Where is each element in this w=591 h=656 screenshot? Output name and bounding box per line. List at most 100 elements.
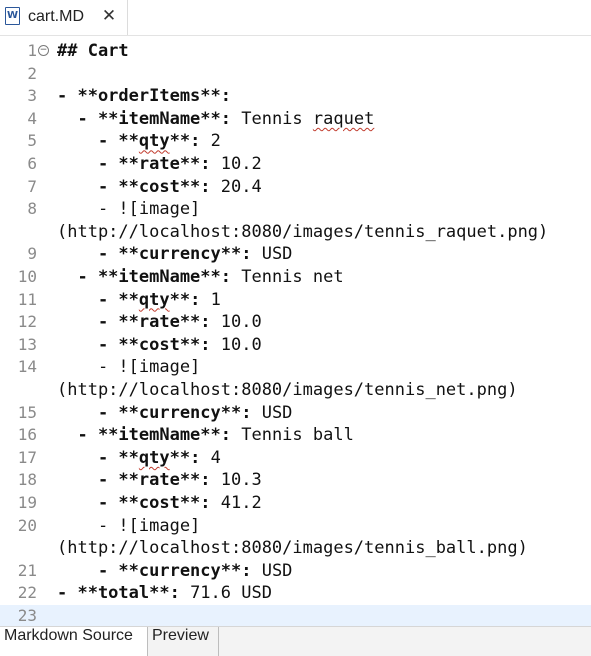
line-number: 12 <box>17 312 37 332</box>
line-number: 5 <box>27 131 37 151</box>
code-line[interactable]: 15 - **currency**: USD <box>0 402 591 425</box>
code-text: - **qty**: 4 <box>57 447 221 470</box>
code-line[interactable]: 21 - **currency**: USD <box>0 560 591 583</box>
line-number: 3 <box>27 86 37 106</box>
spelling-flagged-text: qty <box>138 447 170 468</box>
code-token: (http://localhost:8080/images/tennis_bal… <box>57 538 528 559</box>
code-line[interactable]: 18 - **rate**: 10.3 <box>0 469 591 492</box>
code-token: USD <box>251 560 293 581</box>
code-text: - **cost**: 41.2 <box>57 492 262 515</box>
code-text: - **cost**: 20.4 <box>57 176 262 199</box>
code-token: Tennis <box>231 108 313 129</box>
code-token: - **currency**: <box>57 560 252 581</box>
word-document-icon: W <box>5 7 20 25</box>
code-line[interactable]: 23 <box>0 605 591 626</box>
code-text: - ![image] <box>57 356 200 379</box>
line-number: 8 <box>27 199 37 219</box>
line-number: 20 <box>17 515 37 535</box>
code-token: Tennis ball <box>231 425 354 446</box>
code-text: - **currency**: USD <box>57 243 292 266</box>
close-icon[interactable]: ✕ <box>100 7 118 25</box>
code-token: - ![image] <box>57 357 201 378</box>
code-line[interactable]: 8 - ![image] <box>0 198 591 221</box>
code-token: - **cost**: <box>57 334 211 355</box>
line-number: 15 <box>17 402 37 422</box>
code-token: - **cost**: <box>57 493 211 513</box>
line-number: 1 <box>27 41 37 60</box>
code-line[interactable]: 16 - **itemName**: Tennis ball <box>0 424 591 447</box>
code-text: (http://localhost:8080/images/tennis_bal… <box>57 537 528 560</box>
line-number: 10 <box>17 267 37 286</box>
code-token: 10.0 <box>210 312 262 333</box>
code-line-wrapped[interactable]: (http://localhost:8080/images/tennis_raq… <box>0 221 591 244</box>
code-token: - **total**: <box>57 583 180 604</box>
spelling-flagged-text: qty <box>138 131 170 152</box>
code-token: - **rate**: <box>57 154 211 174</box>
code-token: - ![image] <box>57 199 201 220</box>
code-line[interactable]: 4 - **itemName**: Tennis raquet <box>0 108 591 131</box>
code-line[interactable]: 19 - **cost**: 41.2 <box>0 492 591 515</box>
code-line-wrapped[interactable]: (http://localhost:8080/images/tennis_net… <box>0 379 591 402</box>
code-token: 10.3 <box>210 470 262 491</box>
code-text: - **qty**: 2 <box>57 130 221 153</box>
tab-preview[interactable]: Preview <box>148 627 219 656</box>
code-token: ## Cart <box>57 41 129 61</box>
code-token: - **currency**: <box>57 402 252 423</box>
code-line[interactable]: 22 - **total**: 71.6 USD <box>0 582 591 605</box>
code-token: 71.6 USD <box>179 583 272 604</box>
code-line[interactable]: 7 - **cost**: 20.4 <box>0 176 591 199</box>
code-token: - **itemName**: <box>57 425 231 446</box>
code-text: (http://localhost:8080/images/tennis_raq… <box>57 221 548 244</box>
code-line[interactable]: 5 - **qty**: 2 <box>0 130 591 153</box>
code-line-wrapped[interactable]: (http://localhost:8080/images/tennis_bal… <box>0 537 591 560</box>
code-token: - ** <box>57 447 139 468</box>
code-text: - **total**: 71.6 USD <box>57 582 272 605</box>
code-token: **: <box>169 131 201 152</box>
code-text: - **rate**: 10.0 <box>57 311 262 334</box>
code-text: - **currency**: USD <box>57 560 292 583</box>
markdown-editor[interactable]: 1− ## Cart 2 3- **orderItems**: 4 - **itemNa… <box>0 36 591 626</box>
code-token: 10.2 <box>210 154 262 174</box>
fold-collapse-icon[interactable]: − <box>38 45 49 56</box>
code-line[interactable]: 12 - **rate**: 10.0 <box>0 311 591 334</box>
tab-markdown-source[interactable]: Markdown Source <box>0 627 148 656</box>
code-line[interactable]: 13 - **cost**: 10.0 <box>0 334 591 357</box>
editor-mode-tabs: Markdown Source Preview <box>0 626 591 656</box>
line-number: 13 <box>17 334 37 354</box>
code-text: - ![image] <box>57 198 200 221</box>
code-token: **: <box>169 447 201 468</box>
code-token: **: <box>169 289 201 310</box>
code-line[interactable]: 17 - **qty**: 4 <box>0 447 591 470</box>
code-line[interactable]: 2 <box>0 63 591 86</box>
code-line[interactable]: 9 - **currency**: USD <box>0 243 591 266</box>
line-number: 2 <box>27 63 37 83</box>
code-line[interactable]: 1− ## Cart <box>0 40 591 63</box>
code-token: - ** <box>57 289 139 310</box>
code-token: - **currency**: <box>57 244 252 265</box>
code-token: 1 <box>200 289 221 310</box>
code-token: - ** <box>57 131 139 152</box>
spelling-flagged-text: raquet <box>312 108 375 129</box>
code-line[interactable]: 20 - ![image] <box>0 515 591 538</box>
code-text: - **qty**: 1 <box>57 289 221 312</box>
code-text: - **orderItems**: <box>57 85 231 108</box>
line-number: 6 <box>27 154 37 173</box>
code-line[interactable]: 11 - **qty**: 1 <box>0 289 591 312</box>
code-token: (http://localhost:8080/images/tennis_raq… <box>57 221 549 242</box>
code-token: - **itemName**: <box>57 108 231 129</box>
tab-cart-md[interactable]: W cart.MD ✕ <box>0 0 128 35</box>
line-number: 16 <box>17 425 37 445</box>
code-token: Tennis net <box>231 267 344 287</box>
code-line[interactable]: 6 - **rate**: 10.2 <box>0 153 591 176</box>
code-line[interactable]: 10 - **itemName**: Tennis net <box>0 266 591 289</box>
line-number: 9 <box>27 244 37 264</box>
line-number: 4 <box>27 108 37 128</box>
code-line[interactable]: 3 - **orderItems**: <box>0 85 591 108</box>
code-text: - **itemName**: Tennis raquet <box>57 108 374 131</box>
code-token: - **orderItems**: <box>57 86 231 107</box>
code-token: 2 <box>200 131 221 152</box>
code-line[interactable]: 14 - ![image] <box>0 356 591 379</box>
line-number: 19 <box>17 493 37 512</box>
line-number: 17 <box>17 447 37 467</box>
code-token: 10.0 <box>210 334 262 355</box>
